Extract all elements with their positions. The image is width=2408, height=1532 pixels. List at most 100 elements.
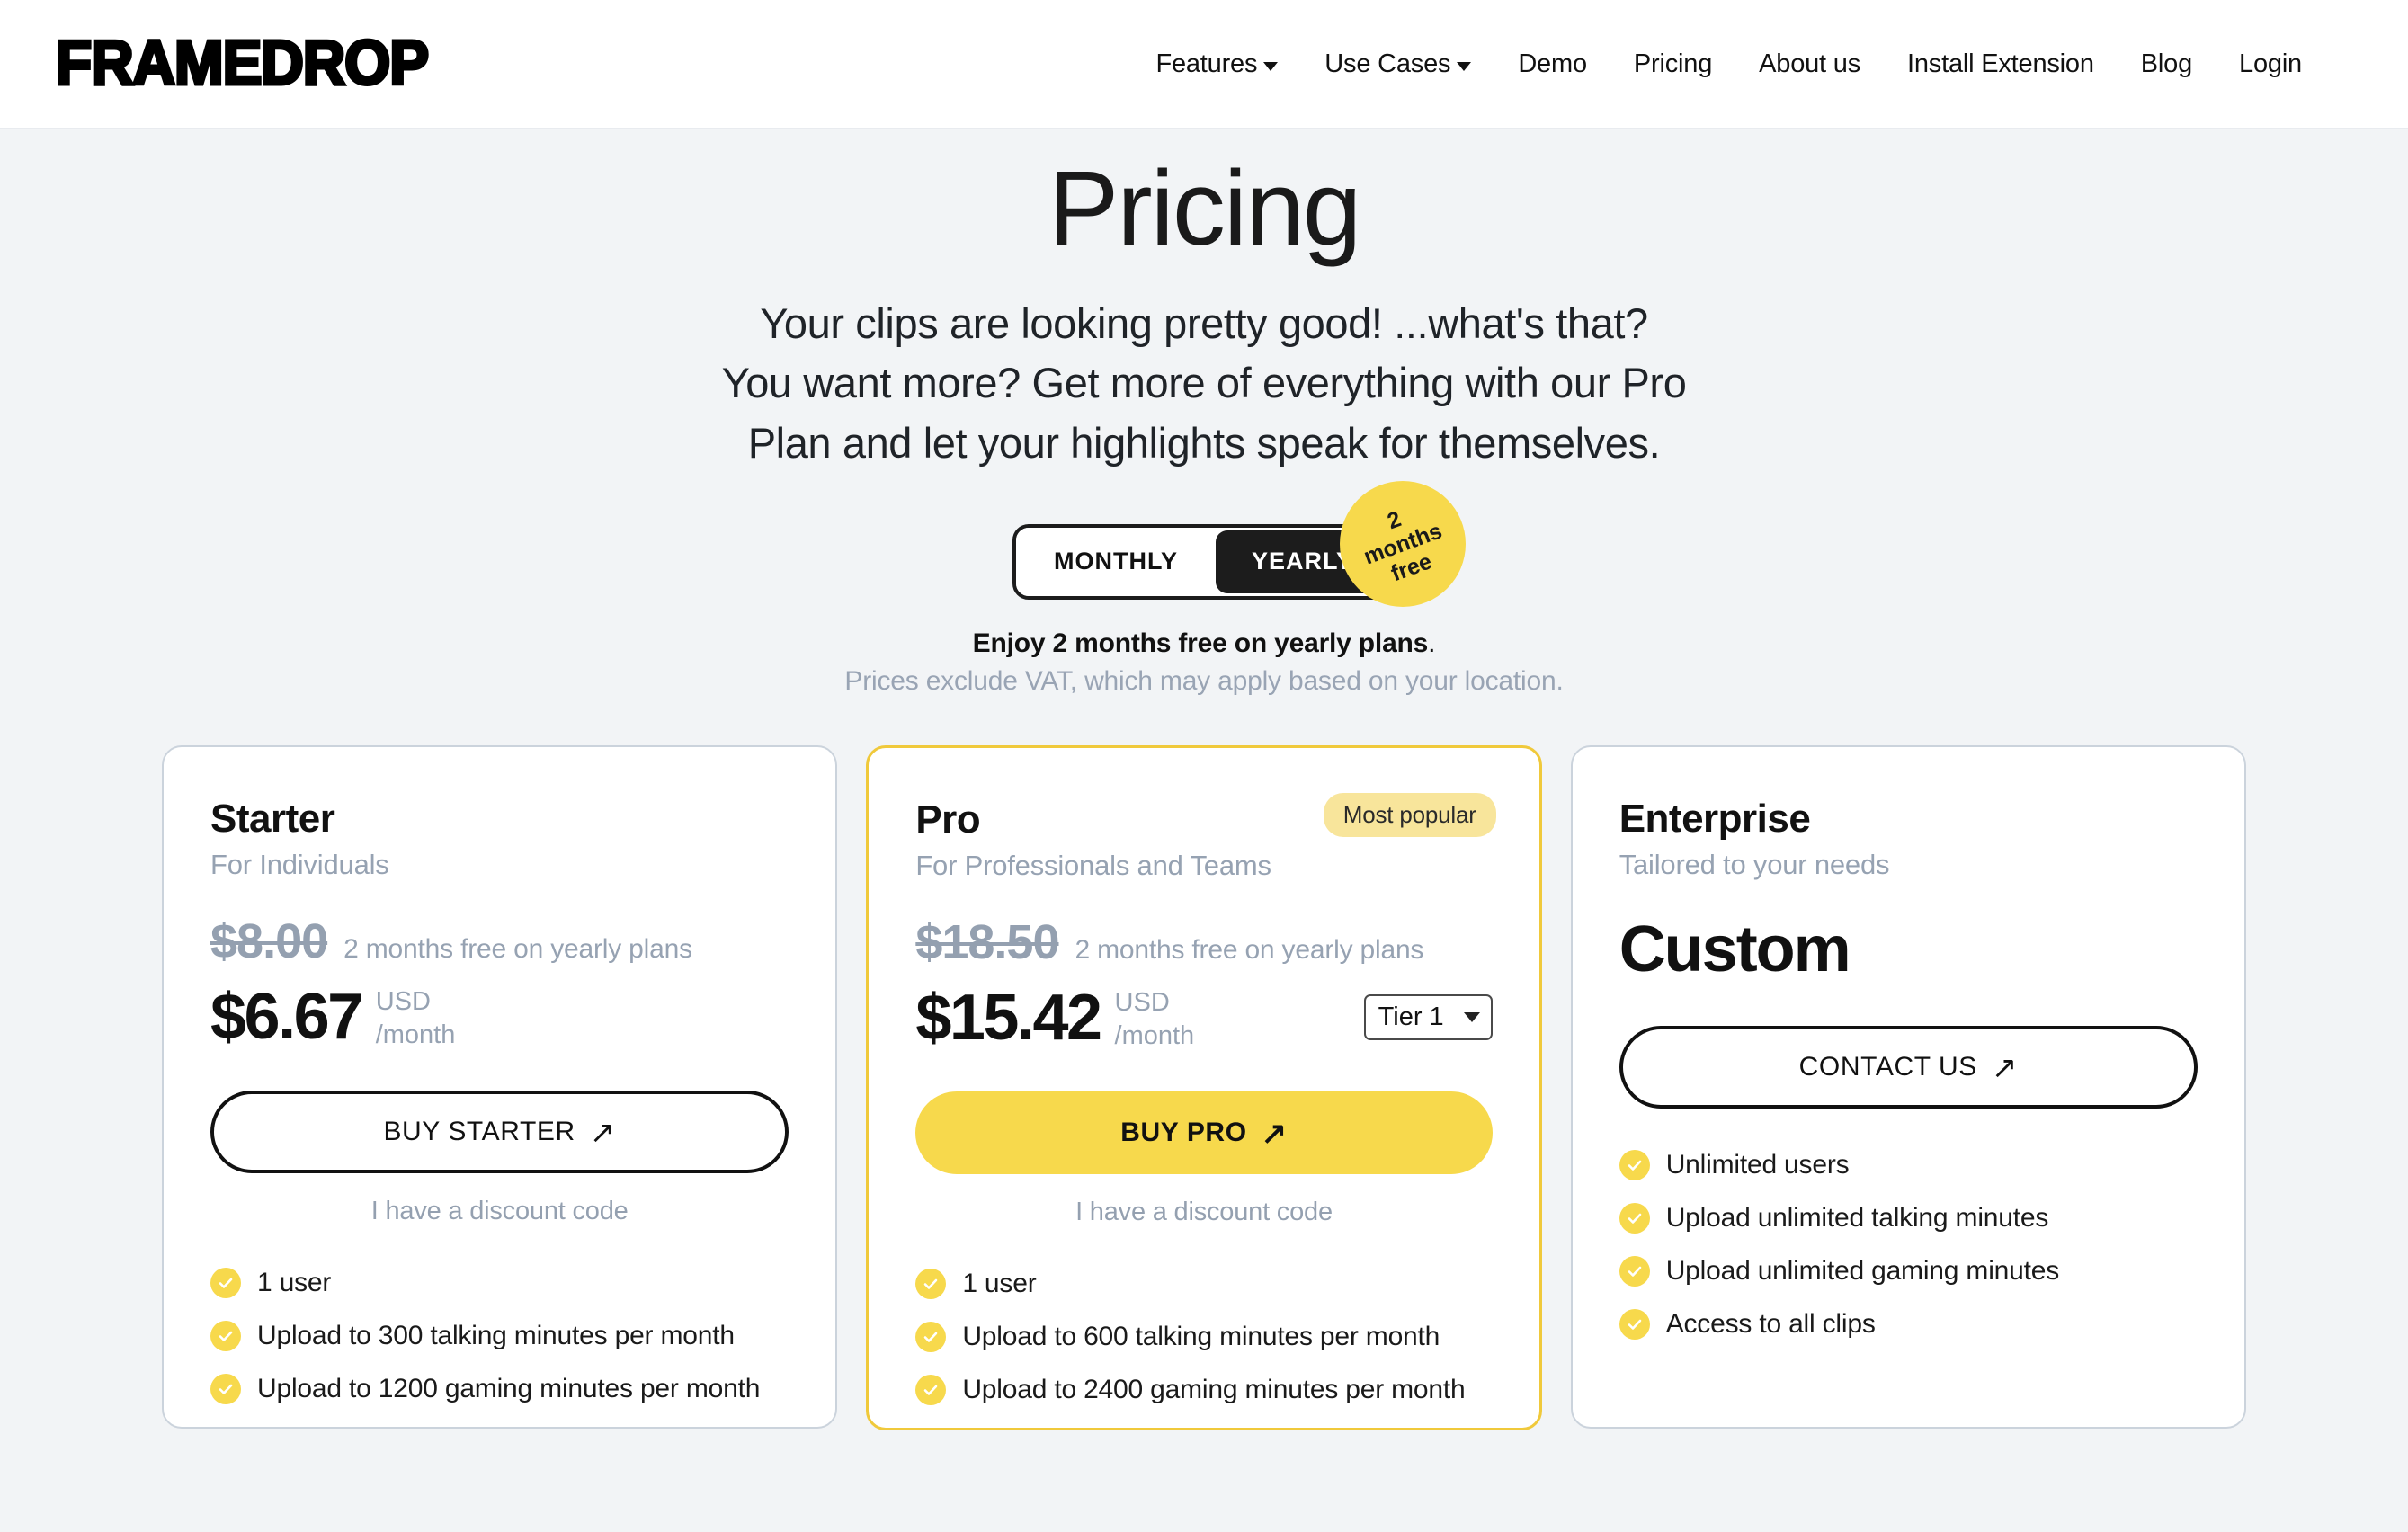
feature-item: Access to all clips [1619, 1308, 2198, 1340]
discount-code-link[interactable]: I have a discount code [915, 1198, 1492, 1227]
discount-code-link[interactable]: I have a discount code [210, 1197, 789, 1226]
page-subtitle: Your clips are looking pretty good! ...w… [0, 294, 2408, 474]
nav-item-pricing[interactable]: Pricing [1610, 49, 1735, 79]
pricing-card-enterprise: Enterprise Tailored to your needs Custom… [1570, 744, 2246, 1429]
yearly-savings-note: Enjoy 2 months free on yearly plans. [0, 628, 2408, 659]
currency-label: USD [375, 987, 431, 1017]
check-circle-icon [915, 1374, 947, 1405]
price-row: $6.67 USD /month [210, 982, 789, 1051]
old-price: $8.00 [210, 914, 328, 969]
old-price-row: $18.50 2 months free on yearly plans [915, 914, 1492, 970]
feature-label: 1 user [962, 1268, 1037, 1298]
feature-item: Upload unlimited talking minutes [1619, 1202, 2198, 1234]
subtitle-line-1: Your clips are looking pretty good! ...w… [760, 298, 1648, 347]
hero-section: Pricing Your clips are looking pretty go… [0, 129, 2408, 697]
feature-item: Unlimited users [1619, 1149, 2198, 1180]
main-navigation: Features Use Cases Demo Pricing About us… [1132, 49, 2352, 79]
check-circle-icon [1619, 1149, 1650, 1180]
free-months-note: 2 months free on yearly plans [1075, 935, 1424, 966]
feature-label: Upload to 300 talking minutes per month [257, 1320, 735, 1350]
feature-item: Upload to 300 talking minutes per month [210, 1320, 789, 1351]
page-title: Pricing [1048, 149, 1362, 268]
nav-item-about-us[interactable]: About us [1735, 49, 1884, 79]
nav-item-use-cases[interactable]: Use Cases [1301, 49, 1494, 79]
feature-item: Upload unlimited gaming minutes [1619, 1255, 2198, 1287]
check-circle-icon [915, 1268, 947, 1299]
feature-label: Upload unlimited gaming minutes [1665, 1255, 2060, 1286]
yearly-savings-text: Enjoy 2 months free on yearly plans [972, 628, 1429, 658]
feature-item: 1 user [915, 1268, 1492, 1299]
old-price: $18.50 [915, 915, 1059, 970]
check-circle-icon [210, 1373, 241, 1404]
price-row: $15.42 USD /month Tier 1 [915, 983, 1493, 1052]
currency-label: USD [1114, 988, 1170, 1018]
chevron-down-icon [1463, 1012, 1480, 1023]
feature-label: Upload to 1200 gaming minutes per month [257, 1373, 761, 1403]
pricing-cards: Starter For Individuals $8.00 2 months f… [0, 744, 2408, 1430]
feature-label: 1 user [257, 1267, 332, 1297]
plan-name: Starter [210, 796, 335, 841]
feature-label: Access to all clips [1665, 1308, 1876, 1339]
feature-label: Upload to 2400 gaming minutes per month [962, 1374, 1466, 1404]
feature-label: Unlimited users [1665, 1149, 1850, 1180]
contact-us-button[interactable]: CONTACT US ↗ [1619, 1025, 2198, 1109]
nav-item-demo[interactable]: Demo [1494, 49, 1610, 79]
tier-select-dropdown[interactable]: Tier 1 [1363, 994, 1493, 1041]
plan-name: Enterprise [1619, 796, 1811, 841]
toggle-option-monthly[interactable]: MONTHLY [1015, 527, 1216, 596]
tier-selected-value: Tier 1 [1378, 1002, 1444, 1032]
billing-toggle-wrapper: MONTHLY YEARLY 2 months free [0, 480, 2408, 607]
billing-period-toggle[interactable]: MONTHLY YEARLY [1012, 523, 1396, 600]
brand-logo[interactable]: FRAMEDROP [54, 31, 431, 96]
nav-label: Features [1155, 49, 1258, 78]
arrow-up-right-icon: ↗ [1261, 1116, 1288, 1151]
price-unit: USD /month [1115, 983, 1195, 1052]
plan-audience: For Professionals and Teams [915, 850, 1271, 882]
buy-starter-button[interactable]: BUY STARTER ↗ [210, 1090, 789, 1173]
nav-item-blog[interactable]: Blog [2118, 49, 2216, 79]
check-circle-icon [1619, 1308, 1650, 1340]
cta-label: BUY STARTER [383, 1116, 575, 1146]
check-circle-icon [210, 1320, 241, 1351]
feature-list: 1 user Upload to 600 talking minutes per… [915, 1268, 1492, 1405]
feature-list: Unlimited users Upload unlimited talking… [1619, 1149, 2198, 1340]
check-circle-icon [210, 1267, 241, 1298]
old-price-row: $8.00 2 months free on yearly plans [210, 913, 789, 969]
period-label: /month [1114, 1020, 1195, 1050]
most-popular-badge: Most popular [1323, 792, 1496, 837]
check-circle-icon [1619, 1202, 1650, 1234]
custom-price: Custom [1619, 913, 1851, 986]
chevron-down-icon [1457, 62, 1472, 71]
plan-audience: Tailored to your needs [1619, 849, 1890, 881]
feature-item: Upload to 600 talking minutes per month [915, 1321, 1492, 1352]
pricing-card-starter: Starter For Individuals $8.00 2 months f… [162, 744, 838, 1429]
feature-item: Upload to 2400 gaming minutes per month [915, 1374, 1492, 1405]
subtitle-line-2: You want more? Get more of everything wi… [721, 359, 1687, 407]
price-unit: USD /month [376, 982, 456, 1051]
feature-item: Upload to 1200 gaming minutes per month [210, 1373, 789, 1404]
nav-item-features[interactable]: Features [1132, 49, 1301, 79]
feature-list: 1 user Upload to 300 talking minutes per… [210, 1267, 789, 1404]
feature-label: Upload to 600 talking minutes per month [962, 1321, 1440, 1351]
feature-label: Upload unlimited talking minutes [1665, 1202, 2049, 1233]
buy-pro-button[interactable]: BUY PRO ↗ [915, 1091, 1493, 1174]
chevron-down-icon [1263, 62, 1279, 71]
subtitle-line-3: Plan and let your highlights speak for t… [747, 419, 1661, 468]
period-label: /month [375, 1020, 456, 1049]
nav-label: Use Cases [1324, 49, 1451, 78]
plan-audience: For Individuals [210, 849, 389, 881]
nav-item-install-extension[interactable]: Install Extension [1884, 49, 2118, 79]
pricing-card-pro: Most popular Pro For Professionals and T… [866, 744, 1542, 1430]
free-months-note: 2 months free on yearly plans [343, 934, 692, 965]
current-price: $6.67 [210, 980, 363, 1053]
two-months-free-badge: 2 months free [1340, 480, 1467, 607]
arrow-up-right-icon: ↗ [1991, 1050, 2018, 1085]
cta-label: CONTACT US [1798, 1051, 1977, 1082]
cta-label: BUY PRO [1120, 1117, 1247, 1147]
arrow-up-right-icon: ↗ [589, 1115, 616, 1150]
feature-item: 1 user [210, 1267, 789, 1298]
yearly-savings-period: . [1428, 628, 1436, 658]
nav-item-login[interactable]: Login [2216, 49, 2325, 79]
site-header: FRAMEDROP Features Use Cases Demo Pricin… [0, 0, 2408, 129]
vat-note: Prices exclude VAT, which may apply base… [844, 665, 1564, 696]
